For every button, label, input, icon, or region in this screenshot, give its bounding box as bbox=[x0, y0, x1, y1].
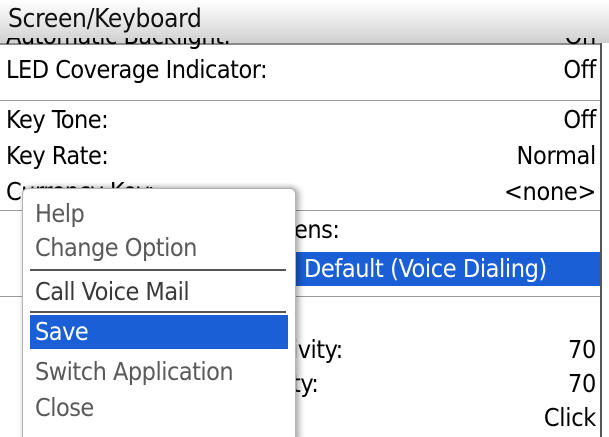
menu-item-save[interactable]: Save bbox=[30, 315, 288, 349]
option-value: 70 bbox=[567, 369, 596, 398]
option-row-led-coverage[interactable]: LED Coverage Indicator: Off bbox=[0, 54, 600, 86]
option-row-key-rate[interactable]: Key Rate: Normal bbox=[0, 140, 600, 172]
option-value: Off bbox=[563, 105, 596, 134]
selected-value-text: Default (Voice Dialing) bbox=[304, 254, 547, 283]
option-row-automatic-backlight[interactable]: Automatic Backlight: On bbox=[0, 38, 600, 54]
option-value: Off bbox=[563, 55, 596, 84]
menu-item-change-option[interactable]: Change Option bbox=[30, 231, 286, 265]
menu-item-call-voice-mail[interactable]: Call Voice Mail bbox=[30, 275, 286, 309]
option-label: ivity: bbox=[292, 335, 343, 364]
option-row-key-tone[interactable]: Key Tone: Off bbox=[0, 104, 600, 136]
menu-item-label: Close bbox=[35, 393, 94, 422]
option-value: Click bbox=[543, 403, 596, 432]
menu-item-label: Change Option bbox=[35, 233, 197, 262]
menu-item-label: Switch Application bbox=[35, 357, 234, 386]
menu-item-close[interactable]: Close bbox=[30, 391, 286, 425]
menu-item-switch-application[interactable]: Switch Application bbox=[30, 355, 286, 389]
option-label: LED Coverage Indicator: bbox=[6, 55, 268, 84]
option-value: Normal bbox=[516, 141, 596, 170]
scroll-edge bbox=[600, 43, 609, 437]
option-value: On bbox=[565, 38, 597, 52]
screen-frame: Screen/Keyboard Automatic Backlight: On … bbox=[0, 0, 609, 437]
menu-item-help[interactable]: Help bbox=[30, 197, 286, 231]
option-value-selected[interactable]: Default (Voice Dialing) bbox=[292, 252, 600, 286]
option-value: <none> bbox=[503, 177, 596, 206]
menu-item-label: Save bbox=[35, 317, 89, 346]
option-value: 70 bbox=[567, 335, 596, 364]
option-label: Key Tone: bbox=[6, 105, 109, 134]
menu-separator bbox=[30, 269, 286, 271]
option-label: Key Rate: bbox=[6, 141, 109, 170]
option-label: Automatic Backlight: bbox=[6, 38, 231, 52]
menu-item-label: Help bbox=[35, 199, 85, 228]
menu-separator bbox=[30, 311, 286, 313]
option-label: ens: bbox=[294, 215, 340, 244]
menu-item-label: Call Voice Mail bbox=[35, 277, 190, 306]
separator bbox=[0, 100, 600, 101]
context-menu: Help Change Option Call Voice Mail Save … bbox=[22, 188, 296, 437]
screen-title: Screen/Keyboard bbox=[8, 4, 202, 34]
